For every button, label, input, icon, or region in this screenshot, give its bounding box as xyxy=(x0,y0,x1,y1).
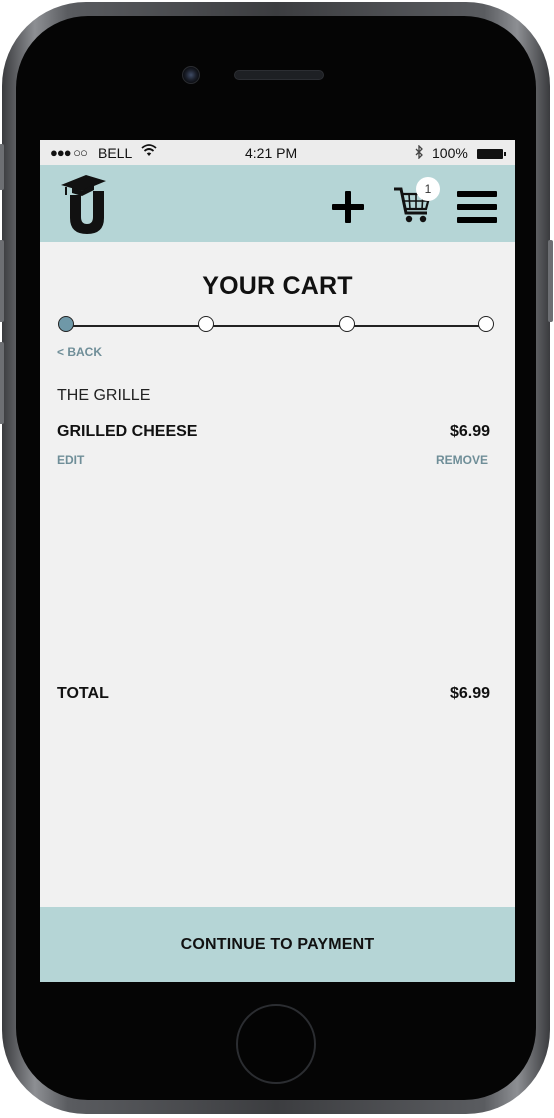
hamburger-menu-icon[interactable] xyxy=(457,191,497,223)
bluetooth-icon xyxy=(414,144,424,162)
speaker-grille xyxy=(234,70,324,80)
page-title: YOUR CART xyxy=(202,272,353,300)
power-button xyxy=(548,240,553,322)
progress-step-3 xyxy=(339,316,355,332)
back-link[interactable]: < BACK xyxy=(57,345,102,359)
remove-item-link[interactable]: REMOVE xyxy=(436,453,488,467)
wifi-icon xyxy=(141,143,157,161)
progress-step-1 xyxy=(58,316,74,332)
status-bar: ●●● ○○ BELL 4:21 PM 100% xyxy=(40,140,515,165)
progress-step-4 xyxy=(478,316,494,332)
camera-icon xyxy=(182,66,200,84)
total-label: TOTAL xyxy=(57,685,109,702)
edit-item-link[interactable]: EDIT xyxy=(57,453,84,467)
cart-item-price: $6.99 xyxy=(449,423,490,440)
continue-to-payment-button[interactable]: CONTINUE TO PAYMENT xyxy=(40,907,515,982)
signal-strength-icon: ●●● ○○ xyxy=(50,145,88,160)
plus-icon[interactable] xyxy=(332,191,364,223)
battery-percent: 100% xyxy=(432,145,468,161)
total-value: $6.99 xyxy=(449,685,490,702)
app-header: 1 xyxy=(40,165,515,242)
cart-count-badge: 1 xyxy=(416,177,440,201)
app-logo[interactable] xyxy=(58,173,116,235)
restaurant-name: THE GRILLE xyxy=(57,387,151,404)
mute-switch xyxy=(0,144,4,190)
checkout-progress-track xyxy=(66,325,486,327)
home-button[interactable] xyxy=(236,1004,316,1084)
battery-icon xyxy=(477,149,506,159)
volume-up-button xyxy=(0,240,4,322)
app-screen: ●●● ○○ BELL 4:21 PM 100% 1 YOUR CART < B… xyxy=(40,140,515,982)
carrier-name: BELL xyxy=(98,145,133,161)
cart-item-name: GRILLED CHEESE xyxy=(57,423,198,440)
progress-step-2 xyxy=(198,316,214,332)
volume-down-button xyxy=(0,342,4,424)
status-time: 4:21 PM xyxy=(245,145,298,161)
